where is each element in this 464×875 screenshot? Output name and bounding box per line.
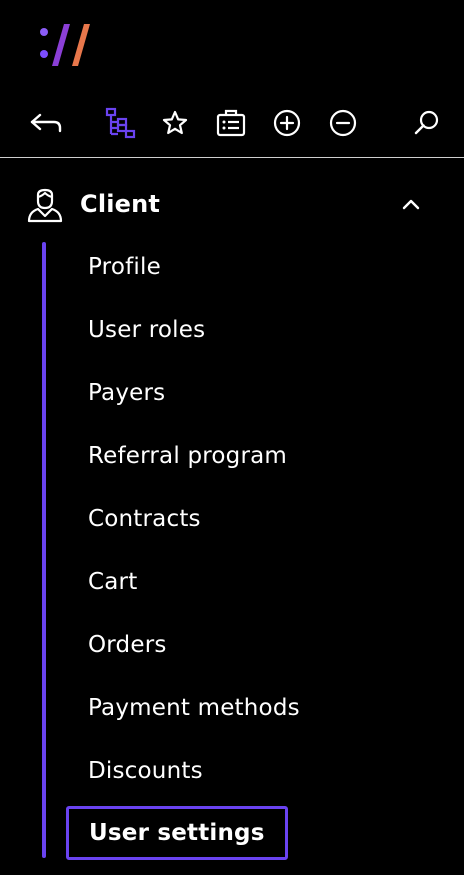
section-title: Client: [80, 190, 161, 218]
menu-item-contracts[interactable]: Contracts: [88, 498, 201, 540]
zoom-out-minus-icon: [329, 109, 357, 137]
briefcase-list-icon: [216, 109, 246, 137]
user-avatar-icon: [27, 188, 63, 223]
favorites-button[interactable]: [155, 100, 195, 146]
favorite-star-icon: [162, 110, 188, 135]
collapse-all-button[interactable]: [323, 100, 363, 146]
zoom-in-plus-icon: [273, 109, 301, 137]
tree-view-icon: [105, 107, 136, 139]
search-icon: [414, 110, 439, 135]
expand-all-button[interactable]: [267, 100, 307, 146]
toolbar: [0, 100, 464, 146]
section-rail: [42, 242, 46, 858]
menu-item-referral-program[interactable]: Referral program: [88, 435, 287, 477]
back-arrow-icon: [30, 113, 62, 133]
menu-item-orders[interactable]: Orders: [88, 624, 167, 666]
menu-item-payment-methods[interactable]: Payment methods: [88, 687, 300, 729]
menu-item-user-roles[interactable]: User roles: [88, 309, 205, 351]
chevron-up-icon[interactable]: [398, 192, 424, 218]
section-client-header[interactable]: Client: [0, 178, 464, 232]
menu-item-profile[interactable]: Profile: [88, 246, 161, 288]
menu-item-payers[interactable]: Payers: [88, 372, 165, 414]
tree-view-button[interactable]: [100, 100, 140, 146]
toolbar-divider: [0, 157, 464, 158]
brand-logo[interactable]: [38, 22, 98, 68]
search-button[interactable]: [406, 100, 446, 146]
menu-item-cart[interactable]: Cart: [88, 561, 137, 603]
menu-item-discounts[interactable]: Discounts: [88, 750, 203, 792]
back-button[interactable]: [26, 100, 66, 146]
services-button[interactable]: [211, 100, 251, 146]
menu-item-user-settings[interactable]: User settings: [66, 806, 288, 860]
